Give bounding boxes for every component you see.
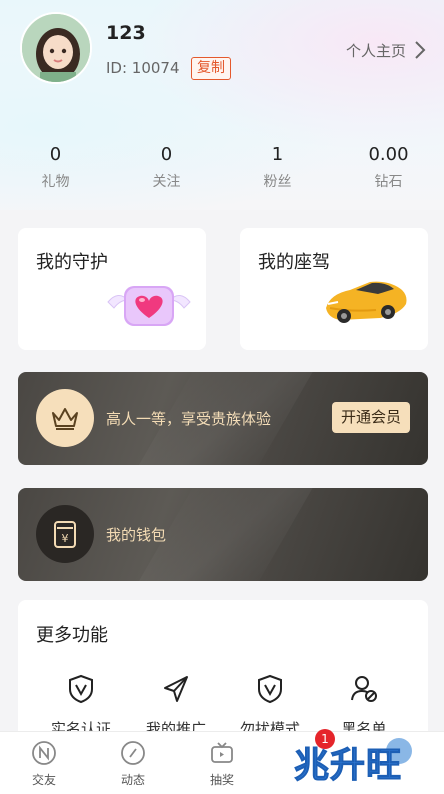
crown-icon (52, 408, 78, 430)
tab-label: 抽奖 (209, 773, 234, 787)
verified-shield-icon (69, 674, 93, 704)
user-block-icon (351, 676, 377, 702)
feature-real-name-verification[interactable]: 实名认证 (31, 674, 131, 739)
stats-row: 0 礼物 0 关注 1 粉丝 0.00 钻石 (0, 144, 444, 191)
tab-label: 动态 (120, 773, 145, 787)
stat-diamonds[interactable]: 0.00 钻石 (333, 144, 444, 191)
more-features-title: 更多功能 (36, 625, 108, 646)
vip-banner[interactable]: 高人一等，享受贵族体验 开通会员 (18, 372, 428, 465)
tab-label: 交友 (31, 773, 56, 787)
my-car-title: 我的座驾 (258, 252, 330, 273)
stat-value: 0 (160, 144, 173, 165)
tv-icon (211, 742, 233, 763)
wallet-label: 我的钱包 (106, 526, 167, 544)
stat-fans[interactable]: 1 粉丝 (222, 144, 333, 191)
my-guard-card[interactable]: 我的守护 (18, 228, 206, 350)
feature-do-not-disturb[interactable]: 勿扰模式 (220, 674, 320, 739)
wallet-banner[interactable]: ¥ 我的钱包 (18, 488, 428, 581)
username: 123 (106, 22, 146, 44)
watermark-logo: 兆升旺 (293, 746, 403, 787)
compass-icon (121, 741, 145, 765)
copy-id-button[interactable]: 复制 (191, 57, 231, 80)
tab-moments[interactable]: 动态 (103, 740, 163, 788)
wallet-icon: ¥ (54, 521, 76, 548)
stat-label: 粉丝 (263, 174, 292, 190)
sports-car-icon (326, 281, 407, 323)
stat-value: 1 (271, 144, 284, 165)
winged-heart-icon (107, 286, 191, 326)
personal-homepage-label: 个人主页 (345, 41, 406, 60)
chevron-right-icon (415, 41, 426, 59)
vip-slogan: 高人一等，享受贵族体验 (106, 410, 272, 428)
stat-value: 0 (49, 144, 62, 165)
stat-label: 钻石 (374, 174, 403, 190)
n-circle-icon (32, 741, 56, 765)
avatar[interactable] (20, 12, 92, 84)
tab-lottery[interactable]: 抽奖 (192, 740, 252, 788)
user-id: ID: 10074 (106, 59, 180, 77)
stat-following[interactable]: 0 关注 (111, 144, 222, 191)
tab-make-friends[interactable]: 交友 (14, 740, 74, 788)
stat-value: 0.00 (368, 144, 409, 165)
paper-plane-icon (164, 676, 188, 702)
my-car-card[interactable]: 我的座驾 (240, 228, 428, 350)
crown-badge (36, 389, 94, 447)
stat-gifts[interactable]: 0 礼物 (0, 144, 111, 191)
my-guard-title: 我的守护 (36, 252, 108, 273)
wallet-badge: ¥ (36, 505, 94, 563)
stat-label: 关注 (152, 174, 181, 190)
svg-text:¥: ¥ (62, 532, 69, 545)
stat-label: 礼物 (41, 174, 70, 190)
open-vip-button[interactable]: 开通会员 (331, 402, 410, 433)
feature-my-promotion[interactable]: 我的推广 (126, 674, 226, 739)
personal-homepage-link[interactable]: 个人主页 (346, 39, 428, 61)
shield-icon (258, 674, 282, 704)
